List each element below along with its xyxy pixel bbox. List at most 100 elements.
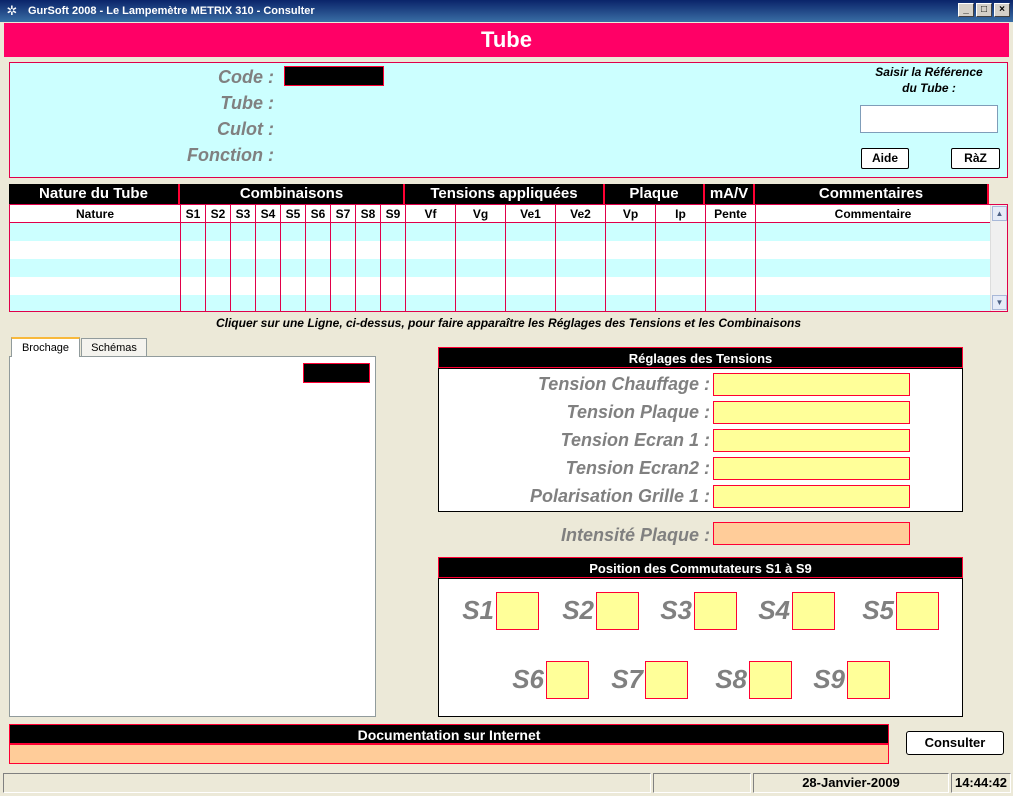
status-time: 14:44:42	[951, 773, 1011, 793]
col-header-s8[interactable]: S8	[356, 205, 381, 223]
col-header-s5[interactable]: S5	[281, 205, 306, 223]
minimize-button[interactable]: _	[958, 3, 974, 17]
table-cell	[456, 223, 506, 241]
table-cell	[356, 241, 381, 259]
close-button[interactable]: ×	[994, 3, 1010, 17]
table-cell	[10, 223, 181, 241]
table-cell	[506, 295, 556, 311]
table-cell	[381, 241, 406, 259]
table-cell	[10, 241, 181, 259]
table-cell	[306, 277, 331, 295]
title-bar[interactable]: ✲ GurSoft 2008 - Le Lampemètre METRIX 31…	[0, 0, 1013, 22]
table-cell	[556, 295, 606, 311]
app-icon[interactable]: ✲	[4, 3, 20, 19]
col-header-nature[interactable]: Nature	[10, 205, 181, 223]
table-cell	[406, 277, 456, 295]
col-header-s6[interactable]: S6	[306, 205, 331, 223]
s5-label: S5	[862, 595, 894, 625]
col-header-ve1[interactable]: Ve1	[506, 205, 556, 223]
s1-label: S1	[462, 595, 494, 625]
table-cell	[356, 277, 381, 295]
table-row[interactable]	[10, 223, 991, 241]
table-cell	[206, 223, 231, 241]
table-cell	[206, 241, 231, 259]
table-cell	[406, 223, 456, 241]
table-cell	[356, 295, 381, 311]
table-cell	[656, 277, 706, 295]
table-cell	[706, 277, 756, 295]
table-cell	[331, 259, 356, 277]
scroll-up-icon[interactable]: ▲	[992, 206, 1007, 221]
table-cell	[10, 277, 181, 295]
table-row[interactable]	[10, 295, 991, 311]
grid-scrollbar[interactable]: ▲ ▼	[990, 205, 1007, 311]
col-header-s2[interactable]: S2	[206, 205, 231, 223]
page-title: Tube	[4, 23, 1009, 57]
table-cell	[656, 295, 706, 311]
group-header-commentaires: Commentaires	[755, 184, 989, 204]
table-row[interactable]	[10, 241, 991, 259]
table-cell	[381, 295, 406, 311]
table-cell	[331, 241, 356, 259]
col-header-s4[interactable]: S4	[256, 205, 281, 223]
table-cell	[10, 259, 181, 277]
aide-button[interactable]: Aide	[861, 148, 909, 169]
grid-body[interactable]	[10, 223, 991, 311]
table-cell	[656, 223, 706, 241]
table-cell	[756, 259, 991, 277]
consulter-button[interactable]: Consulter	[906, 731, 1004, 755]
col-header-ip[interactable]: Ip	[656, 205, 706, 223]
table-cell	[281, 295, 306, 311]
table-cell	[306, 241, 331, 259]
table-cell	[181, 259, 206, 277]
tab-schemas[interactable]: Schémas	[81, 338, 147, 357]
table-row[interactable]	[10, 277, 991, 295]
table-cell	[706, 259, 756, 277]
table-cell	[556, 223, 606, 241]
raz-button[interactable]: RàZ	[951, 148, 1000, 169]
col-header-vg[interactable]: Vg	[456, 205, 506, 223]
table-cell	[556, 241, 606, 259]
s7-label: S7	[611, 664, 643, 694]
col-header-ve2[interactable]: Ve2	[556, 205, 606, 223]
table-cell	[656, 241, 706, 259]
col-header-vf[interactable]: Vf	[406, 205, 456, 223]
culot-label: Culot :	[217, 119, 274, 139]
code-label: Code :	[218, 67, 274, 87]
documentation-link-field[interactable]	[9, 744, 889, 764]
table-row[interactable]	[10, 259, 991, 277]
table-cell	[256, 277, 281, 295]
ref-input[interactable]	[860, 105, 998, 133]
group-header-nature: Nature du Tube	[9, 184, 180, 204]
tube-grid[interactable]: Nature S1 S2 S3 S4 S5 S6 S7 S8 S9 Vf Vg …	[9, 204, 1008, 312]
table-cell	[406, 295, 456, 311]
s1-field	[496, 592, 539, 630]
col-header-s7[interactable]: S7	[331, 205, 356, 223]
table-cell	[256, 241, 281, 259]
col-header-vp[interactable]: Vp	[606, 205, 656, 223]
polarisation-grille-field	[713, 485, 910, 508]
table-cell	[306, 259, 331, 277]
s2-label: S2	[562, 595, 594, 625]
table-cell	[181, 295, 206, 311]
code-field	[284, 66, 384, 86]
scroll-down-icon[interactable]: ▼	[992, 295, 1007, 310]
tension-plaque-field	[713, 401, 910, 424]
col-header-s1[interactable]: S1	[181, 205, 206, 223]
tab-brochage[interactable]: Brochage	[11, 337, 80, 357]
table-cell	[606, 223, 656, 241]
maximize-button[interactable]: □	[976, 3, 992, 17]
s3-field	[694, 592, 737, 630]
intensite-plaque-field	[713, 522, 910, 545]
col-header-s9[interactable]: S9	[381, 205, 406, 223]
table-cell	[231, 241, 256, 259]
table-cell	[556, 277, 606, 295]
col-header-commentaire[interactable]: Commentaire	[756, 205, 991, 223]
col-header-pente[interactable]: Pente	[706, 205, 756, 223]
col-header-s3[interactable]: S3	[231, 205, 256, 223]
s9-field	[847, 661, 890, 699]
brochage-panel	[9, 356, 376, 717]
tube-label: Tube :	[220, 93, 274, 113]
table-cell	[10, 295, 181, 311]
tension-chauffage-label: Tension Chauffage :	[537, 374, 710, 394]
